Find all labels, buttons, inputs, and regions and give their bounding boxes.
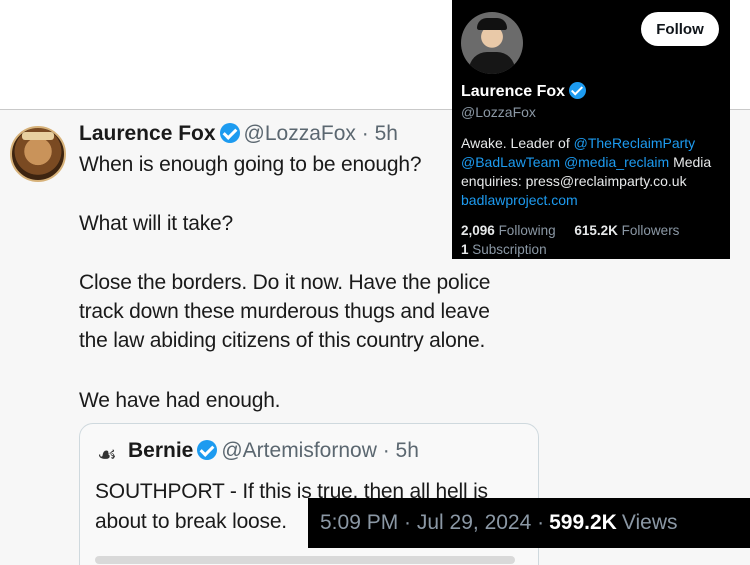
verified-badge-icon	[219, 123, 240, 143]
profile-hover-card: Follow Laurence Fox @LozzaFox Awake. Lea…	[452, 0, 730, 259]
views-label: Views	[621, 511, 678, 534]
quote-author-handle-time[interactable]: @Artemisfornow · 5h	[221, 439, 419, 462]
subscription-count: 1	[461, 242, 469, 257]
profile-avatar[interactable]	[461, 12, 523, 74]
profile-handle[interactable]: @LozzaFox	[461, 104, 536, 120]
following-count: 2,096	[461, 223, 495, 238]
verified-badge-icon	[569, 82, 587, 99]
tweet-text-line: track down these murderous thugs and lea…	[79, 300, 490, 323]
bio-text: Awake. Leader of	[461, 135, 574, 151]
bio-text: Media	[669, 154, 712, 170]
quote-author-row: Bernie @Artemisfornow · 5h	[128, 439, 419, 463]
profile-bio-line: @BadLawTeam @media_reclaim Media	[461, 154, 711, 170]
profile-name[interactable]: Laurence Fox	[461, 83, 565, 100]
tweet-timestamp-bar: 5:09 PM · Jul 29, 2024 · 599.2K Views	[308, 498, 750, 548]
verified-badge-icon	[197, 440, 218, 460]
profile-website-link[interactable]: badlawproject.com	[461, 192, 578, 208]
bio-mention-link[interactable]: @TheReclaimParty	[574, 135, 696, 151]
bio-mention-link[interactable]: @media_reclaim	[564, 154, 669, 170]
tweet-author-row: Laurence Fox @LozzaFox · 5h	[79, 122, 398, 152]
author-name[interactable]: Laurence Fox	[79, 122, 216, 145]
followers-stat[interactable]: 615.2K Followers	[574, 223, 679, 238]
tweet-text-line: Close the borders. Do it now. Have the p…	[79, 271, 491, 294]
views-count: 599.2K	[549, 511, 617, 534]
following-stat[interactable]: 2,096 Following	[461, 223, 556, 238]
tweet-text-line: We have had enough.	[79, 389, 281, 412]
quote-author-avatar-icon: ☙	[97, 442, 117, 467]
tweet-text-line: the law abiding citizens of this country…	[79, 329, 486, 352]
bio-mention-link[interactable]: @BadLawTeam	[461, 154, 560, 170]
subscription-stat[interactable]: 1 Subscription	[461, 242, 547, 257]
following-label: Following	[498, 223, 556, 238]
author-handle-time[interactable]: @LozzaFox · 5h	[244, 122, 398, 145]
follow-button[interactable]: Follow	[641, 12, 719, 46]
tweet-text-line: What will it take?	[79, 212, 233, 235]
subscription-label: Subscription	[472, 242, 547, 257]
profile-bio-line: Awake. Leader of @TheReclaimParty	[461, 135, 695, 151]
quote-author-name[interactable]: Bernie	[128, 439, 193, 462]
profile-name-row: Laurence Fox	[461, 82, 590, 101]
followers-label: Followers	[621, 223, 680, 238]
followers-count: 615.2K	[574, 223, 618, 238]
truncated-text-fragment	[95, 556, 515, 564]
author-avatar[interactable]	[10, 126, 66, 182]
tweet-time-date[interactable]: 5:09 PM · Jul 29, 2024 ·	[320, 511, 544, 535]
profile-bio-line: enquiries: press@reclaimparty.co.uk	[461, 173, 687, 189]
quote-text-line: about to break loose.	[95, 510, 287, 533]
tweet-text-line: When is enough going to be enough?	[79, 153, 422, 176]
profile-stats: 2,096 Following 615.2K Followers	[461, 223, 679, 238]
